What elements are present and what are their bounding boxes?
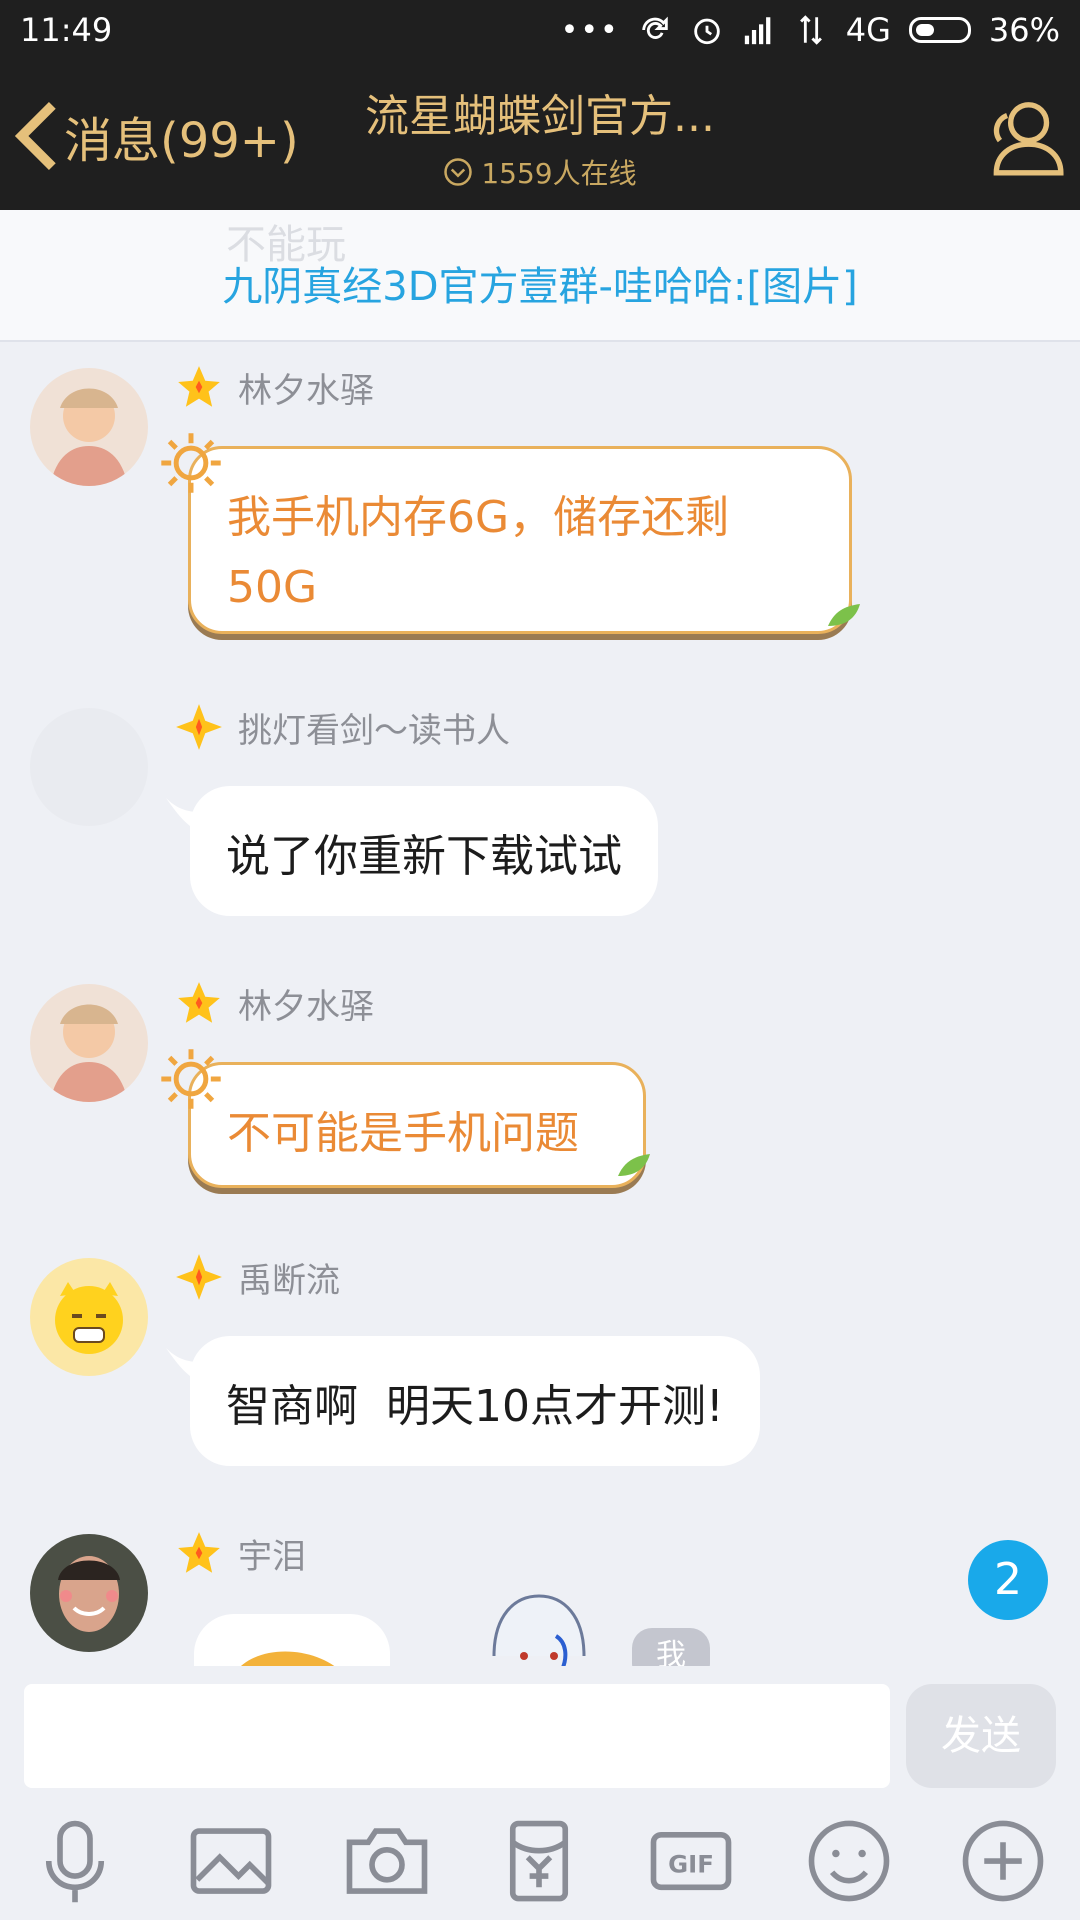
avatar[interactable] [30, 1534, 148, 1652]
message-text-line: 50G [227, 562, 318, 614]
level-star-icon [178, 1532, 220, 1573]
sender-label: 禹断流 [238, 1260, 340, 1301]
emoji-icon[interactable] [804, 1816, 894, 1906]
chevron-left-icon [14, 101, 56, 171]
signal-icon [744, 17, 771, 45]
notice-text: 九阴真经3D官方壹群-哇哈哈:[图片] [222, 264, 858, 310]
message-input[interactable] [24, 1684, 890, 1788]
battery-percent: 36% [988, 11, 1060, 49]
message-bubble[interactable]: 智商啊 明天10点才开测! [190, 1336, 760, 1466]
level-sparkle-icon [176, 704, 222, 750]
avatar[interactable] [30, 368, 148, 486]
online-count: 1559人在线 [330, 152, 750, 192]
sender-name: 林夕水驿 [174, 362, 374, 412]
level-star-icon [178, 366, 220, 407]
sender-name: 禹断流 [174, 1252, 340, 1302]
send-button[interactable]: 发送 [906, 1684, 1056, 1788]
avatar[interactable] [30, 708, 148, 826]
chat-title-area[interactable]: 流星蝴蝶剑官方... 1559人在线 [330, 80, 750, 192]
online-count-text: 1559人在线 [481, 157, 637, 190]
message-bubble[interactable]: 我手机内存6G，储存还剩 50G [188, 446, 852, 634]
svg-text:GIF: GIF [668, 1849, 714, 1878]
sender-label: 挑灯看剑～读书人 [238, 710, 510, 751]
status-icons: ••• 4G 36% [561, 11, 1060, 49]
sun-decoration-icon [161, 1049, 221, 1109]
back-button[interactable]: 消息(99+) [14, 100, 299, 172]
sender-label: 宇泪 [238, 1536, 306, 1577]
status-bar: 11:49 ••• 4G 36% [0, 0, 1080, 60]
leaf-decoration-icon [618, 1154, 650, 1176]
leaf-decoration-icon [828, 604, 860, 626]
alarm-icon [693, 18, 720, 45]
battery-icon [908, 17, 971, 43]
more-dots: ••• [560, 12, 620, 48]
data-transfer-icon [799, 15, 822, 45]
level-star-icon [178, 982, 220, 1023]
level-sparkle-icon [176, 1254, 222, 1300]
gif-icon[interactable]: GIF [646, 1816, 736, 1906]
red-packet-icon[interactable] [494, 1816, 584, 1906]
message-bubble[interactable]: 不可能是手机问题 [188, 1062, 646, 1188]
sender-name: 挑灯看剑～读书人 [174, 702, 510, 752]
image-icon[interactable] [186, 1816, 276, 1906]
avatar[interactable] [30, 984, 148, 1102]
sun-decoration-icon [161, 433, 221, 493]
sync-icon [641, 16, 668, 39]
avatar[interactable] [30, 1258, 148, 1376]
sender-label: 林夕水驿 [238, 986, 374, 1027]
group-notice-bar[interactable]: 不能玩 九阴真经3D官方壹群-哇哈哈:[图片] [0, 210, 1080, 342]
chevron-down-circle-icon [444, 158, 473, 186]
chat-title: 流星蝴蝶剑官方... [365, 91, 715, 142]
group-members-icon[interactable] [982, 94, 1068, 180]
composer: 发送 GIF [0, 1666, 1080, 1920]
sender-name: 宇泪 [174, 1528, 306, 1578]
plus-icon[interactable] [958, 1816, 1048, 1906]
camera-icon[interactable] [342, 1816, 432, 1906]
message-text-line: 我手机内存6G，储存还剩 [227, 492, 730, 543]
back-label: 消息(99+) [64, 113, 299, 169]
message-bubble[interactable]: 说了你重新下载试试 [190, 786, 658, 916]
sender-name: 林夕水驿 [174, 978, 374, 1028]
status-time: 11:49 [20, 11, 113, 49]
mic-icon[interactable] [30, 1816, 120, 1906]
chat-header: 消息(99+) 流星蝴蝶剑官方... 1559人在线 [0, 60, 1080, 210]
unread-badge[interactable]: 2 [968, 1540, 1048, 1620]
network-type: 4G [845, 11, 891, 49]
sender-label: 林夕水驿 [238, 370, 374, 411]
